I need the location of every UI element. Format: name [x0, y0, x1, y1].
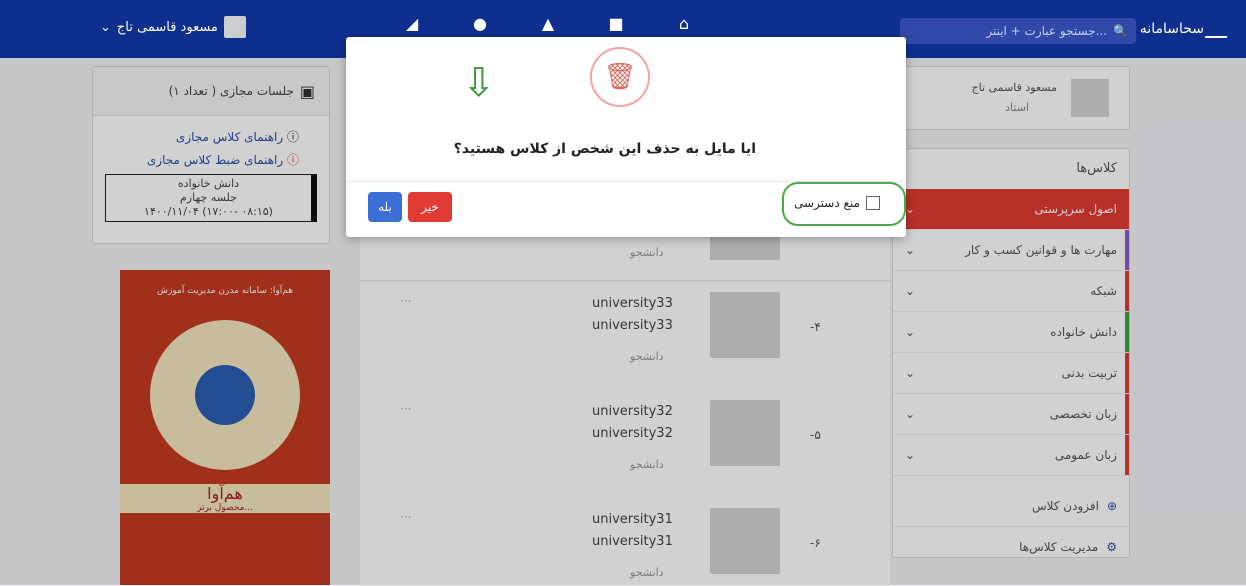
globe-icon[interactable]: ●	[468, 14, 492, 33]
brand-logo[interactable]: سحاسامانه	[1139, 20, 1234, 38]
checkbox-box[interactable]	[865, 196, 880, 210]
avatar	[223, 16, 246, 38]
deny-access-checkbox[interactable]: منع دسترسی	[794, 196, 880, 210]
trash-icon: 🗑	[590, 47, 650, 107]
nav-icons: ◢ ● ▲ ■ ⌂	[400, 14, 696, 33]
brand-name: سحاسامانه	[1139, 21, 1204, 37]
chevron-down-icon: ⌄	[100, 19, 111, 35]
modal-message: ایا مایل به حذف این شخص از کلاس هستید؟	[453, 141, 756, 157]
search-icon[interactable]: 🔍	[1113, 24, 1128, 38]
search-input[interactable]: جستجو عبارت + اینتر... 🔍	[900, 18, 1136, 44]
brand-mark-icon	[1204, 20, 1234, 38]
notebook-icon[interactable]: ■	[604, 14, 628, 33]
user-menu[interactable]: ⌄ مسعود قاسمی تاج	[100, 16, 246, 38]
bell-icon[interactable]: ▲	[536, 14, 560, 33]
home-icon[interactable]: ⌂	[672, 14, 696, 33]
rss-icon[interactable]: ◢	[400, 14, 424, 33]
arrow-down-icon: ⇩	[462, 60, 496, 106]
user-name: مسعود قاسمی تاج	[116, 19, 218, 35]
yes-button[interactable]: بله	[368, 192, 402, 222]
no-button[interactable]: خیر	[408, 192, 452, 222]
search-placeholder: جستجو عبارت + اینتر...	[986, 24, 1108, 38]
checkbox-label: منع دسترسی	[794, 196, 860, 210]
